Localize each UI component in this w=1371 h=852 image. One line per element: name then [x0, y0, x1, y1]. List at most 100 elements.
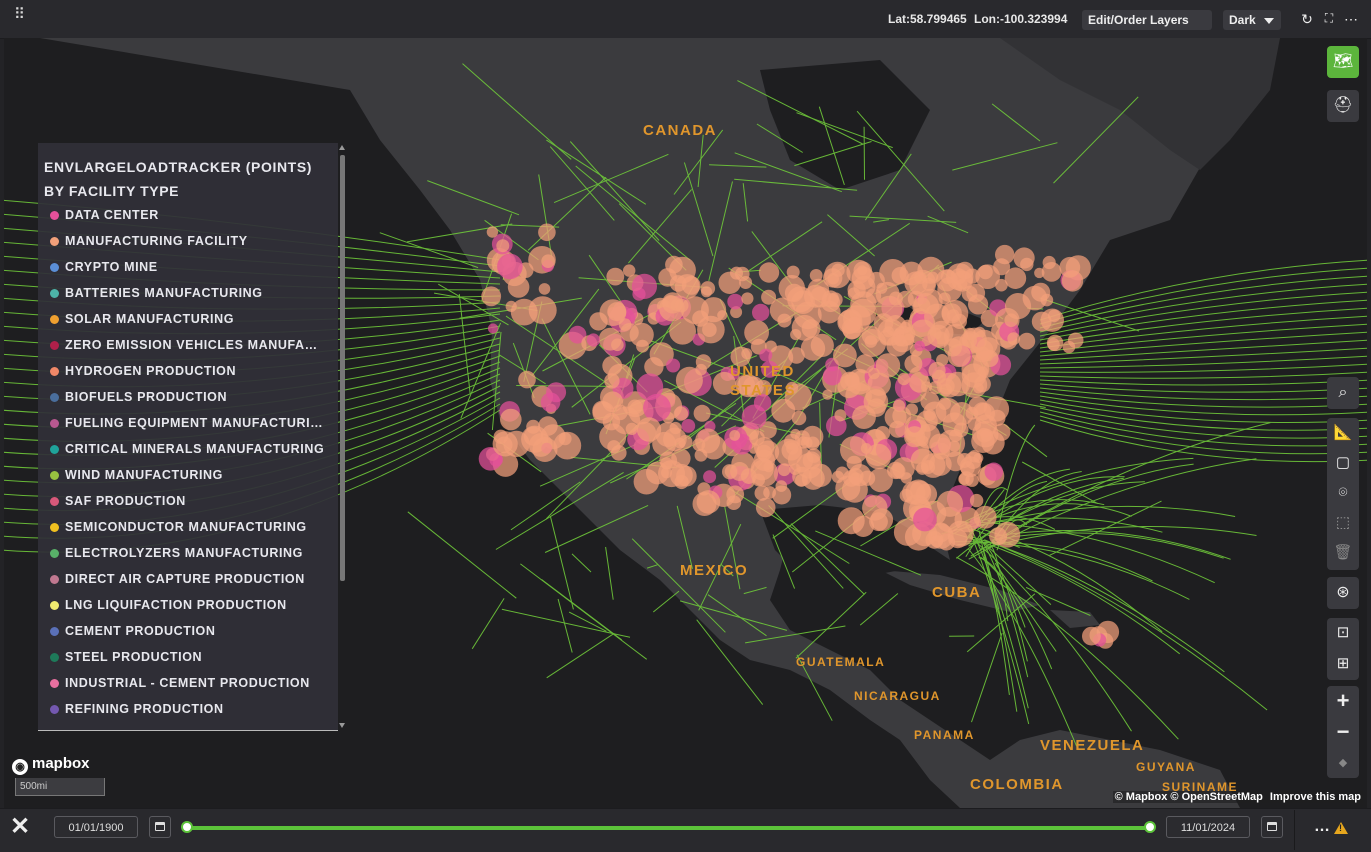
theme-dropdown[interactable]: Dark: [1223, 10, 1281, 30]
search-button[interactable]: ⌕: [1327, 377, 1359, 409]
legend-item[interactable]: ELECTROLYZERS MANUFACTURING: [50, 543, 325, 563]
zoom-extent-icon[interactable]: ⊡: [1327, 618, 1359, 648]
attribution-improve-link[interactable]: Improve this map: [1270, 791, 1361, 803]
zoom-controls-group: + − ◆: [1327, 686, 1359, 778]
transmission-line: [1040, 380, 1367, 385]
facility-point: [644, 357, 663, 376]
end-calendar-button[interactable]: [1261, 816, 1283, 838]
facility-point: [792, 411, 807, 426]
legend-item[interactable]: HYDROGEN PRODUCTION: [50, 361, 325, 381]
minus-icon[interactable]: −: [1327, 717, 1359, 747]
timeline-end-handle[interactable]: [1144, 821, 1156, 833]
legend-item[interactable]: LNG LIQUIFACTION PRODUCTION: [50, 595, 325, 615]
facility-point: [865, 335, 878, 348]
compass-icon[interactable]: ◆: [1327, 748, 1359, 778]
more-icon[interactable]: …: [1314, 818, 1330, 836]
legend-item[interactable]: WIND MANUFACTURING: [50, 465, 325, 485]
legend-swatch: [50, 289, 59, 298]
facility-point: [488, 323, 498, 333]
legend-item[interactable]: CRITICAL MINERALS MANUFACTURING: [50, 439, 325, 459]
more-icon[interactable]: ⋯: [1343, 11, 1359, 28]
grip-icon[interactable]: ⠿: [14, 11, 24, 19]
legend-item[interactable]: FUELING EQUIPMENT MANUFACTURING: [50, 413, 325, 433]
facility-point: [871, 508, 894, 531]
legend-item[interactable]: MANUFACTURING FACILITY: [50, 231, 325, 251]
mapbox-logo[interactable]: ◉mapbox: [12, 755, 90, 775]
facility-point: [966, 407, 979, 420]
refresh-icon[interactable]: ↻: [1299, 11, 1315, 28]
facility-point: [868, 272, 885, 289]
legend-item[interactable]: BIOFUELS PRODUCTION: [50, 387, 325, 407]
warning-icon[interactable]: !: [1334, 822, 1348, 834]
legend-item[interactable]: DIRECT AIR CAPTURE PRODUCTION: [50, 569, 325, 589]
legend-item-label: SAF PRODUCTION: [65, 494, 186, 508]
legend-item[interactable]: INDUSTRIAL - CEMENT PRODUCTION: [50, 673, 325, 693]
legend-item[interactable]: SOLAR MANUFACTURING: [50, 309, 325, 329]
legend-item-label: ELECTROLYZERS MANUFACTURING: [65, 546, 303, 560]
facility-point: [892, 457, 915, 480]
legend-item[interactable]: SEMICONDUCTOR MANUFACTURING: [50, 517, 325, 537]
legend-item[interactable]: STEEL PRODUCTION: [50, 647, 325, 667]
facility-point: [946, 372, 971, 397]
start-date-input[interactable]: 01/01/1900: [54, 816, 138, 838]
facility-point: [1004, 313, 1018, 327]
zoom-selection-icon[interactable]: ⊞: [1327, 649, 1359, 679]
facility-point: [1018, 333, 1035, 350]
scroll-down-arrow-icon[interactable]: [339, 723, 345, 728]
trash-icon[interactable]: 🗑: [1327, 538, 1359, 568]
legend-item[interactable]: SAF PRODUCTION: [50, 491, 325, 511]
legend-item[interactable]: BATTERIES MANUFACTURING: [50, 283, 325, 303]
facility-point: [1082, 627, 1101, 646]
transmission-line: [1040, 392, 1367, 407]
legend-item[interactable]: ZERO EMISSION VEHICLES MANUFACTU...: [50, 335, 325, 355]
mapbox-logo-icon: ◉: [12, 759, 28, 775]
edit-order-layers-dropdown[interactable]: Edit/Order Layers: [1082, 10, 1212, 30]
facility-point: [751, 457, 774, 480]
lasso-button[interactable]: ⊛: [1327, 577, 1359, 609]
draw-box-icon[interactable]: ▢: [1327, 448, 1359, 478]
plus-icon[interactable]: +: [1327, 686, 1359, 716]
start-calendar-button[interactable]: [149, 816, 171, 838]
ruler-icon[interactable]: 📐: [1327, 418, 1359, 448]
close-icon[interactable]: ✕: [10, 812, 30, 841]
facility-point: [1034, 268, 1044, 278]
legend-item-label: REFINING PRODUCTION: [65, 702, 224, 716]
timeline-start-handle[interactable]: [181, 821, 193, 833]
facility-point: [985, 463, 1003, 481]
facility-point: [518, 371, 536, 389]
marker-icon[interactable]: ⌾: [1327, 478, 1359, 508]
facility-point: [927, 325, 949, 347]
legend-scroll-thumb[interactable]: [340, 155, 345, 581]
legend-item[interactable]: DATA CENTER: [50, 205, 325, 225]
label-colombia: COLOMBIA: [970, 776, 1064, 793]
legend-swatch: [50, 653, 59, 662]
legend-item[interactable]: REFINING PRODUCTION: [50, 699, 325, 719]
attribution-mapbox[interactable]: © Mapbox: [1115, 791, 1168, 803]
select-icon[interactable]: ⬚: [1327, 508, 1359, 538]
facility-point: [794, 302, 822, 330]
end-date-input[interactable]: 11/01/2024: [1166, 816, 1250, 838]
construction-button[interactable]: ⛑: [1327, 90, 1359, 122]
basemap-layers-button[interactable]: 🗺: [1327, 46, 1359, 78]
facility-point: [776, 480, 788, 492]
legend-item[interactable]: CEMENT PRODUCTION: [50, 621, 325, 641]
legend-item-label: HYDROGEN PRODUCTION: [65, 364, 236, 378]
zoom-extent-group: ⊡ ⊞: [1327, 618, 1359, 680]
legend-item[interactable]: CRYPTO MINE: [50, 257, 325, 277]
facility-point: [974, 506, 997, 529]
facility-point: [978, 265, 993, 280]
facility-point: [790, 429, 800, 439]
timeline-slider-track[interactable]: [187, 826, 1150, 830]
attribution-osm[interactable]: © OpenStreetMap: [1170, 791, 1262, 803]
legend-panel[interactable]: ENVLARGELOADTRACKER (POINTS) BY FACILITY…: [38, 143, 338, 731]
facility-point: [666, 359, 680, 373]
label-venezuela: VENEZUELA: [1040, 737, 1144, 754]
calendar-icon: [1267, 822, 1277, 831]
legend-swatch: [50, 367, 59, 376]
fullscreen-icon[interactable]: ⛶: [1321, 11, 1337, 26]
legend-title: ENVLARGELOADTRACKER (POINTS) BY FACILITY…: [44, 155, 329, 203]
scroll-up-arrow-icon[interactable]: [339, 145, 345, 150]
transmission-line: [971, 529, 1028, 708]
legend-scrollbar[interactable]: [339, 143, 346, 730]
legend-item-label: FUELING EQUIPMENT MANUFACTURING: [65, 416, 325, 430]
